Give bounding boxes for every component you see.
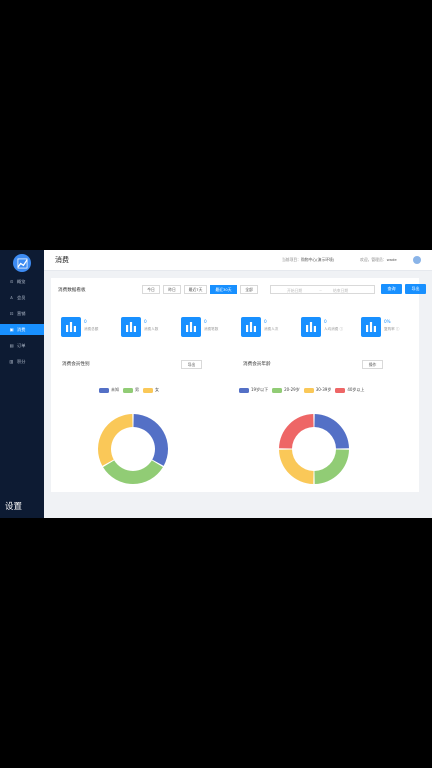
logo-icon[interactable] bbox=[13, 254, 31, 272]
legend-label: 女 bbox=[155, 387, 159, 392]
stat-label: 消费人数 bbox=[144, 327, 159, 331]
legend-label: 19岁以下 bbox=[251, 387, 269, 392]
donut-slice-30-39岁[interactable] bbox=[279, 449, 314, 484]
legend-swatch bbox=[123, 387, 133, 393]
donut-slice-19岁以下[interactable] bbox=[314, 414, 349, 449]
username[interactable]: wade bbox=[387, 257, 397, 262]
bar-chart-icon bbox=[61, 317, 81, 337]
bar-chart-icon bbox=[361, 317, 381, 337]
legend-label: 30-39岁 bbox=[315, 387, 332, 392]
sidebar-item-points[interactable]: ▥ 积分 bbox=[0, 356, 44, 367]
stat-card-visit-count: 0 消费人次 bbox=[241, 317, 301, 339]
query-button[interactable]: 查询 bbox=[381, 284, 402, 294]
sidebar-item-marketing[interactable]: ⊡ 营销 bbox=[0, 308, 44, 319]
sidebar-item-consume[interactable]: ▣ 消费 bbox=[0, 324, 44, 335]
sidebar-item-label: 概览 bbox=[17, 278, 26, 284]
project-value[interactable]: 购物中心(演示环境) bbox=[301, 257, 334, 262]
stat-value: 0 bbox=[324, 319, 327, 324]
stat-value: 0 bbox=[84, 319, 87, 324]
donut-slice-40岁以上[interactable] bbox=[279, 414, 314, 449]
stat-value: 0 bbox=[264, 319, 267, 324]
filter-30-days[interactable]: 最近30天 bbox=[210, 285, 237, 294]
marketing-icon: ⊡ bbox=[9, 311, 14, 316]
export-button[interactable]: 导出 bbox=[405, 284, 426, 294]
gender-donut-chart bbox=[98, 414, 168, 484]
user-icon: ♙ bbox=[9, 295, 14, 300]
stat-label: 消费总额 bbox=[84, 327, 99, 331]
bar-chart-icon bbox=[241, 317, 261, 337]
stat-card-repurchase-rate: 0% 复购率 ⓘ bbox=[361, 317, 421, 339]
stat-value: 0 bbox=[204, 319, 207, 324]
stat-label: 消费人次 bbox=[264, 327, 279, 331]
age-chart-title: 消费会员年龄 bbox=[243, 362, 271, 367]
donut-slice-未知[interactable] bbox=[133, 414, 168, 466]
sidebar-item-label: 消费 bbox=[17, 326, 26, 332]
sidebar-item-label: 会员 bbox=[17, 294, 26, 300]
age-legend: 19岁以下 20-29岁 30-39岁 40岁以上 bbox=[235, 387, 364, 393]
stat-card-total-amount: 0 消费总额 bbox=[61, 317, 121, 339]
legend-swatch bbox=[303, 387, 314, 393]
gender-export-button[interactable]: 导出 bbox=[181, 360, 202, 369]
sidebar-item-overview[interactable]: ⊙ 概览 bbox=[0, 276, 44, 287]
legend-swatch bbox=[99, 387, 109, 393]
page-title: 消费 bbox=[55, 256, 69, 264]
legend-swatch bbox=[239, 387, 249, 393]
gender-chart-title: 消费会员性别 bbox=[62, 362, 90, 367]
dashboard-icon: ⊙ bbox=[9, 279, 14, 284]
date-range-picker[interactable]: 开始日期 ~ 结束日期 bbox=[270, 285, 375, 294]
legend-swatch bbox=[143, 387, 153, 393]
donut-slice-20-29岁[interactable] bbox=[314, 449, 349, 484]
welcome-label: 欢迎，管理员： bbox=[360, 257, 387, 262]
stat-value: 0% bbox=[384, 319, 391, 324]
stat-label: 复购率 ⓘ bbox=[384, 327, 400, 331]
end-date-input[interactable]: 结束日期 bbox=[333, 288, 348, 294]
stat-label: 消费笔数 bbox=[204, 327, 219, 331]
sidebar-item-label: 积分 bbox=[17, 358, 26, 364]
stat-card-order-count: 0 消费笔数 bbox=[181, 317, 241, 339]
filter-today[interactable]: 今日 bbox=[142, 285, 160, 294]
stat-label: 人均消费 ⓘ bbox=[324, 327, 344, 331]
consume-icon: ▣ bbox=[9, 327, 14, 332]
sidebar-item-orders[interactable]: ▤ 订单 bbox=[0, 340, 44, 351]
gender-legend: 未知 男 女 bbox=[95, 387, 159, 393]
bar-chart-icon bbox=[121, 317, 141, 337]
legend-swatch bbox=[335, 387, 346, 393]
bar-chart-icon bbox=[181, 317, 201, 337]
legend-label: 男 bbox=[135, 387, 139, 392]
stat-card-consumer-count: 0 消费人数 bbox=[121, 317, 181, 339]
bar-chart-icon bbox=[301, 317, 321, 337]
filter-yesterday[interactable]: 昨日 bbox=[163, 285, 181, 294]
donut-slice-女[interactable] bbox=[98, 414, 133, 466]
sidebar-item-label: 营销 bbox=[17, 310, 26, 316]
app-window: ⊙ 概览 ♙ 会员 ⊡ 营销 ▣ 消费 ▤ 订单 ▥ 积分 设置 消费 当前项目… bbox=[0, 250, 432, 518]
filter-all[interactable]: 全部 bbox=[240, 285, 258, 294]
project-label: 当前项目： bbox=[282, 257, 301, 262]
legend-label: 20-29岁 bbox=[284, 387, 300, 392]
main-content: 消费 当前项目：购物中心(演示环境) 欢迎，管理员：wade 消费数据看板 今日… bbox=[44, 250, 432, 518]
stat-card-avg-spend: 0 人均消费 ⓘ bbox=[301, 317, 361, 339]
consume-panel: 消费数据看板 今日 昨日 最近7天 最近30天 全部 开始日期 ~ 结束日期 查… bbox=[51, 278, 426, 492]
sidebar: ⊙ 概览 ♙ 会员 ⊡ 营销 ▣ 消费 ▤ 订单 ▥ 积分 设置 bbox=[0, 250, 44, 518]
avatar[interactable] bbox=[413, 256, 421, 264]
start-date-input[interactable]: 开始日期 bbox=[287, 288, 302, 294]
welcome-text: 欢迎，管理员：wade bbox=[360, 257, 397, 263]
legend-label: 未知 bbox=[111, 387, 119, 392]
points-icon: ▥ bbox=[9, 359, 14, 364]
sidebar-item-label: 订单 bbox=[17, 342, 26, 348]
legend-swatch bbox=[272, 387, 283, 393]
order-icon: ▤ bbox=[9, 343, 14, 348]
current-project: 当前项目：购物中心(演示环境) bbox=[282, 257, 334, 263]
top-header: 消费 当前项目：购物中心(演示环境) 欢迎，管理员：wade bbox=[44, 250, 432, 271]
sidebar-item-members[interactable]: ♙ 会员 bbox=[0, 292, 44, 303]
legend-label: 40岁以上 bbox=[347, 387, 365, 392]
date-separator: ~ bbox=[319, 287, 323, 293]
section-title: 消费数据看板 bbox=[58, 288, 86, 293]
age-donut-chart bbox=[279, 414, 349, 484]
settings-link[interactable]: 设置 bbox=[5, 500, 22, 512]
filter-7-days[interactable]: 最近7天 bbox=[184, 285, 207, 294]
stat-value: 0 bbox=[144, 319, 147, 324]
donut-slice-男[interactable] bbox=[103, 460, 163, 484]
age-action-button[interactable]: 操作 bbox=[362, 360, 383, 369]
